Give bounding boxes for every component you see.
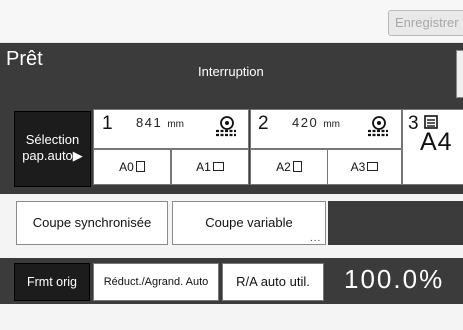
portrait-page-icon xyxy=(135,161,145,172)
size-a2-button[interactable]: A2 xyxy=(250,149,328,185)
roll-feed-icon xyxy=(216,116,236,137)
landscape-page-icon xyxy=(367,162,379,171)
original-format-button[interactable]: Frmt orig xyxy=(14,263,90,301)
tray-2-number: 2 xyxy=(258,113,269,134)
cut-panel-filler xyxy=(328,201,463,245)
user-auto-ratio-button[interactable]: R/A auto util. xyxy=(222,263,324,301)
status-text: Prêt xyxy=(6,48,43,70)
tray-3-size: A4 xyxy=(420,128,453,156)
size-a1-button[interactable]: A1 xyxy=(171,149,249,185)
portrait-page-icon xyxy=(292,161,302,172)
size-a0-label: A0 xyxy=(119,160,134,174)
size-a1-label: A1 xyxy=(196,160,211,174)
more-options-icon: ... xyxy=(310,233,322,244)
tray-2-size: 420 mm xyxy=(292,115,340,130)
variable-cut-button[interactable]: Coupe variable xyxy=(172,201,326,245)
roll-feed-icon xyxy=(368,116,388,137)
mode-text: Interruption xyxy=(198,64,264,79)
auto-reduce-enlarge-button[interactable]: Réduct./Agrand. Auto xyxy=(93,263,219,301)
size-a2-label: A2 xyxy=(276,160,291,174)
status-side-button[interactable] xyxy=(456,50,463,98)
auto-paper-label-1: Sélection xyxy=(25,132,80,147)
tray-3-number: 3 xyxy=(408,113,419,134)
size-a3-label: A3 xyxy=(350,160,366,174)
size-a0-button[interactable]: A0 xyxy=(93,149,171,185)
size-a3-button[interactable]: A3 xyxy=(327,149,402,185)
auto-paper-label-2: pap.auto▶ xyxy=(22,148,83,163)
register-button[interactable]: Enregistrer xyxy=(388,10,463,36)
tray-1-size: 841 mm xyxy=(136,115,184,130)
sync-cut-button[interactable]: Coupe synchronisée xyxy=(16,201,168,245)
landscape-page-icon xyxy=(212,162,224,171)
tray-1-number: 1 xyxy=(102,113,113,134)
zoom-ratio-display: 100.0% xyxy=(344,264,445,294)
auto-paper-select-button[interactable]: Sélection pap.auto▶ xyxy=(14,111,91,187)
paper-stack-icon xyxy=(424,115,438,129)
